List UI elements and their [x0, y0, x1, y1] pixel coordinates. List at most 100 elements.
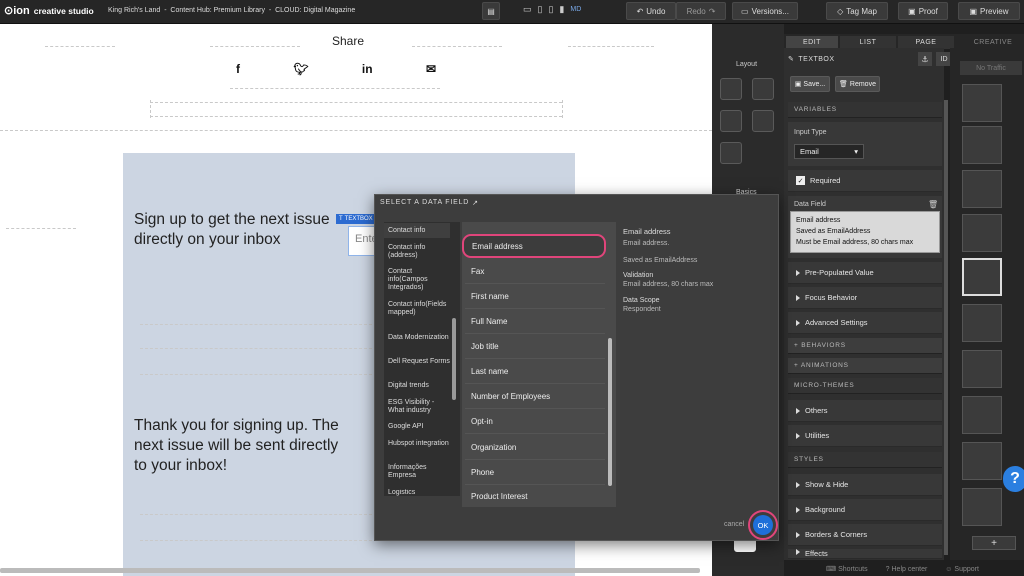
- category-item[interactable]: Contact info(Campos Integrados): [388, 268, 450, 292]
- add-page-button[interactable]: +: [972, 536, 1016, 550]
- layout-tool-4[interactable]: [752, 110, 774, 132]
- field-item[interactable]: First name: [465, 285, 605, 309]
- field-item[interactable]: Number of Employees: [465, 385, 605, 409]
- category-item[interactable]: Data Modernization: [388, 334, 450, 342]
- anchor-button[interactable]: ⚓︎: [918, 52, 932, 66]
- phone-icon[interactable]: ▮: [559, 4, 564, 15]
- category-scrollbar[interactable]: [452, 318, 456, 400]
- field-item[interactable]: Organization: [465, 436, 605, 460]
- expand-icon: [796, 269, 800, 276]
- dialog-title: SELECT A DATA FIELD ↗: [380, 199, 479, 207]
- micro-theme-utilities[interactable]: Utilities: [788, 425, 942, 447]
- help-center-link[interactable]: ? Help center: [886, 566, 928, 573]
- advanced-settings-row[interactable]: Advanced Settings: [788, 312, 942, 334]
- tag-map-button[interactable]: ◇ Tag Map: [826, 2, 888, 20]
- tablet-icon[interactable]: ▯: [548, 4, 553, 15]
- textbox-icon: T: [339, 216, 343, 222]
- help-button[interactable]: ?: [1003, 466, 1024, 492]
- category-item[interactable]: Digital trends: [388, 382, 450, 390]
- shortcuts-link[interactable]: ⌨ Shortcuts: [826, 565, 868, 573]
- field-item[interactable]: Phone: [465, 461, 605, 485]
- undo-icon: ↶: [636, 6, 644, 16]
- category-item[interactable]: ESG Visibility - What industry: [388, 399, 450, 415]
- linkedin-icon[interactable]: in: [362, 62, 373, 76]
- category-item[interactable]: Informações Empresa: [388, 464, 450, 480]
- preview-button[interactable]: ▣ Preview: [958, 2, 1020, 20]
- data-field-name: Email address: [796, 217, 841, 224]
- email-icon[interactable]: ✉: [426, 62, 436, 76]
- page-thumbnail[interactable]: [962, 84, 1002, 122]
- field-item[interactable]: Opt-in: [465, 410, 605, 434]
- versions-button[interactable]: ▭ Versions...: [732, 2, 798, 20]
- animations-section[interactable]: + ANIMATIONS: [788, 358, 942, 374]
- category-item[interactable]: Logistics: [388, 489, 450, 497]
- category-item[interactable]: Hubspot integration: [388, 440, 450, 448]
- field-item[interactable]: Full Name: [465, 310, 605, 334]
- micro-theme-others[interactable]: Others: [788, 400, 942, 422]
- category-item[interactable]: Contact info (address): [388, 244, 450, 260]
- page-thumbnail[interactable]: [962, 396, 1002, 434]
- page-thumbnail[interactable]: [962, 350, 1002, 388]
- desktop-icon[interactable]: ▭: [523, 4, 532, 15]
- laptop-icon[interactable]: ▯: [538, 4, 543, 15]
- style-background[interactable]: Background: [788, 499, 942, 521]
- category-item[interactable]: Dell Request Forms: [388, 358, 450, 366]
- data-field-box[interactable]: Email address Saved as EmailAddress Must…: [790, 211, 940, 253]
- horizontal-scrollbar[interactable]: [0, 568, 700, 573]
- page-thumbnail[interactable]: [962, 258, 1002, 296]
- field-item[interactable]: Job title: [465, 335, 605, 359]
- ok-button[interactable]: OK: [753, 515, 773, 535]
- redo-button[interactable]: Redo ↷: [676, 2, 726, 20]
- page-thumbnail[interactable]: [962, 488, 1002, 526]
- input-type-select[interactable]: Email ▾: [794, 144, 864, 159]
- behaviors-section[interactable]: + BEHAVIORS: [788, 338, 942, 354]
- proof-icon: ▣: [908, 6, 916, 16]
- page-thumbnail[interactable]: [962, 442, 1002, 480]
- page-thumbnail[interactable]: [962, 304, 1002, 342]
- top-bar: ⊙ion creative studio King Rich's Land - …: [0, 0, 1024, 24]
- cancel-button[interactable]: cancel: [724, 521, 744, 528]
- versions-icon: ▭: [741, 6, 749, 16]
- detail-desc: Email address.: [623, 239, 670, 247]
- expand-icon: [796, 481, 800, 488]
- field-item[interactable]: Product Interest: [465, 486, 605, 506]
- field-item[interactable]: Fax: [465, 260, 605, 284]
- textbox-badge[interactable]: T TEXTBOX: [336, 214, 376, 224]
- category-item[interactable]: Google API: [388, 423, 450, 431]
- undo-button[interactable]: ↶ Undo: [626, 2, 676, 20]
- twitter-icon[interactable]: 🐦︎: [293, 62, 308, 76]
- facebook-icon[interactable]: f: [236, 62, 240, 76]
- focus-behavior-row[interactable]: Focus Behavior: [788, 287, 942, 309]
- category-item[interactable]: Contact info: [388, 227, 450, 235]
- variables-section: VARIABLES: [788, 102, 942, 118]
- style-effects[interactable]: Effects: [788, 549, 942, 559]
- support-link[interactable]: ☺ Support: [945, 566, 979, 573]
- proof-button[interactable]: ▣ Proof: [898, 2, 948, 20]
- field-scrollbar[interactable]: [608, 338, 612, 486]
- trash-icon[interactable]: 🗑︎: [928, 200, 938, 209]
- page-thumbnail[interactable]: [962, 126, 1002, 164]
- no-traffic-button[interactable]: No Traffic: [960, 61, 1022, 75]
- save-button[interactable]: ▣ Save...: [790, 76, 830, 92]
- field-item[interactable]: Email address: [462, 234, 606, 258]
- panel-toggle-button[interactable]: ▤: [482, 2, 500, 20]
- page-thumbnail[interactable]: [962, 170, 1002, 208]
- style-borders-corners[interactable]: Borders & Corners: [788, 524, 942, 546]
- required-checkbox[interactable]: ✓: [796, 176, 805, 185]
- style-show-hide[interactable]: Show & Hide: [788, 474, 942, 496]
- remove-button[interactable]: 🗑︎ Remove: [835, 76, 880, 92]
- layout-tool-3[interactable]: [720, 110, 742, 132]
- detail-validation-label: Validation: [623, 271, 654, 279]
- category-item[interactable]: Contact info(Fields mapped): [388, 301, 450, 317]
- panel-scrollbar[interactable]: [944, 100, 948, 555]
- prepopulated-value-row[interactable]: Pre-Populated Value: [788, 262, 942, 284]
- app-logo[interactable]: ⊙ion creative studio: [4, 4, 94, 17]
- required-row[interactable]: ✓ Required: [788, 170, 942, 192]
- layout-tool-1[interactable]: [720, 78, 742, 100]
- field-item[interactable]: Last name: [465, 360, 605, 384]
- breadcrumb[interactable]: King Rich's Land - Content Hub: Premium …: [108, 7, 355, 14]
- layout-tool-5[interactable]: [720, 142, 742, 164]
- layout-tool-2[interactable]: [752, 78, 774, 100]
- page-thumbnail[interactable]: [962, 214, 1002, 252]
- expand-icon: [796, 531, 800, 538]
